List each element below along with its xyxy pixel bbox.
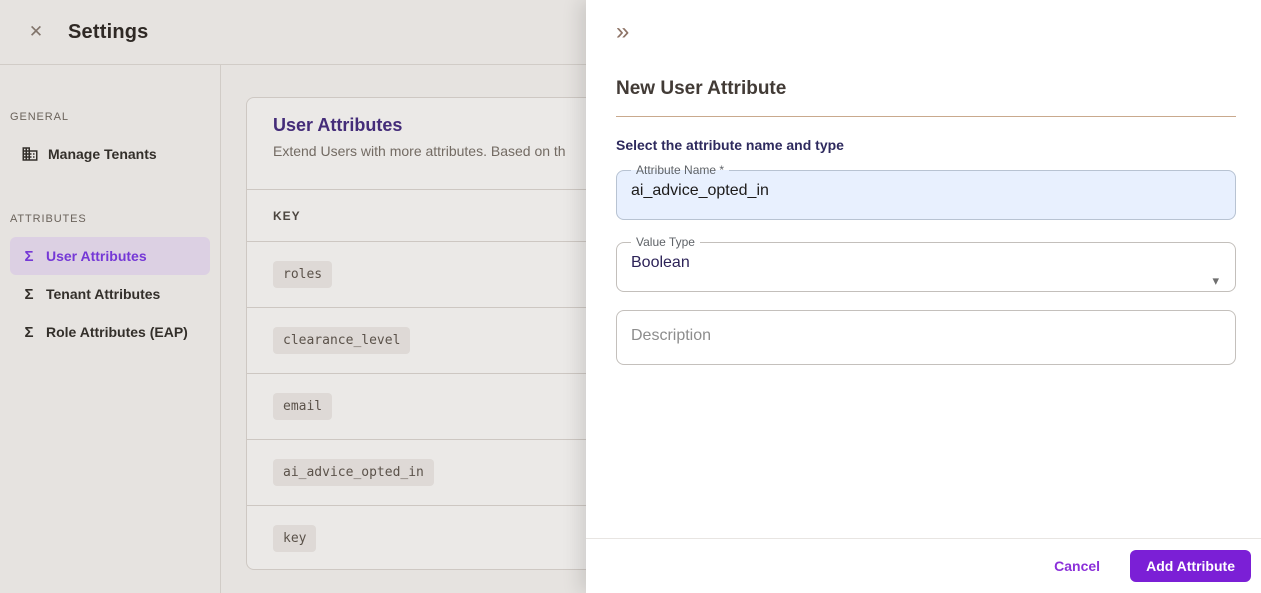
add-attribute-button[interactable]: Add Attribute <box>1130 550 1251 582</box>
drawer-title: New User Attribute <box>616 78 787 99</box>
description-input[interactable] <box>616 310 1236 365</box>
attribute-name-input[interactable] <box>631 177 1221 219</box>
drawer-subtitle: Select the attribute name and type <box>616 137 844 153</box>
attribute-name-label: Attribute Name * <box>636 163 725 177</box>
description-field <box>616 310 1236 370</box>
attribute-name-field[interactable]: Attribute Name * <box>616 164 1236 220</box>
drawer-footer: Cancel Add Attribute <box>586 538 1261 593</box>
collapse-drawer-icon[interactable]: » <box>616 18 644 46</box>
drawer-divider <box>616 116 1236 117</box>
cancel-button[interactable]: Cancel <box>1046 552 1108 580</box>
new-attribute-drawer: » New User Attribute Select the attribut… <box>586 0 1261 593</box>
value-type-select[interactable]: Value Type Boolean ▾ <box>616 236 1236 292</box>
drawer-body: » New User Attribute Select the attribut… <box>586 18 1261 370</box>
value-type-label: Value Type <box>636 235 695 249</box>
value-type-value: Boolean <box>631 254 690 271</box>
